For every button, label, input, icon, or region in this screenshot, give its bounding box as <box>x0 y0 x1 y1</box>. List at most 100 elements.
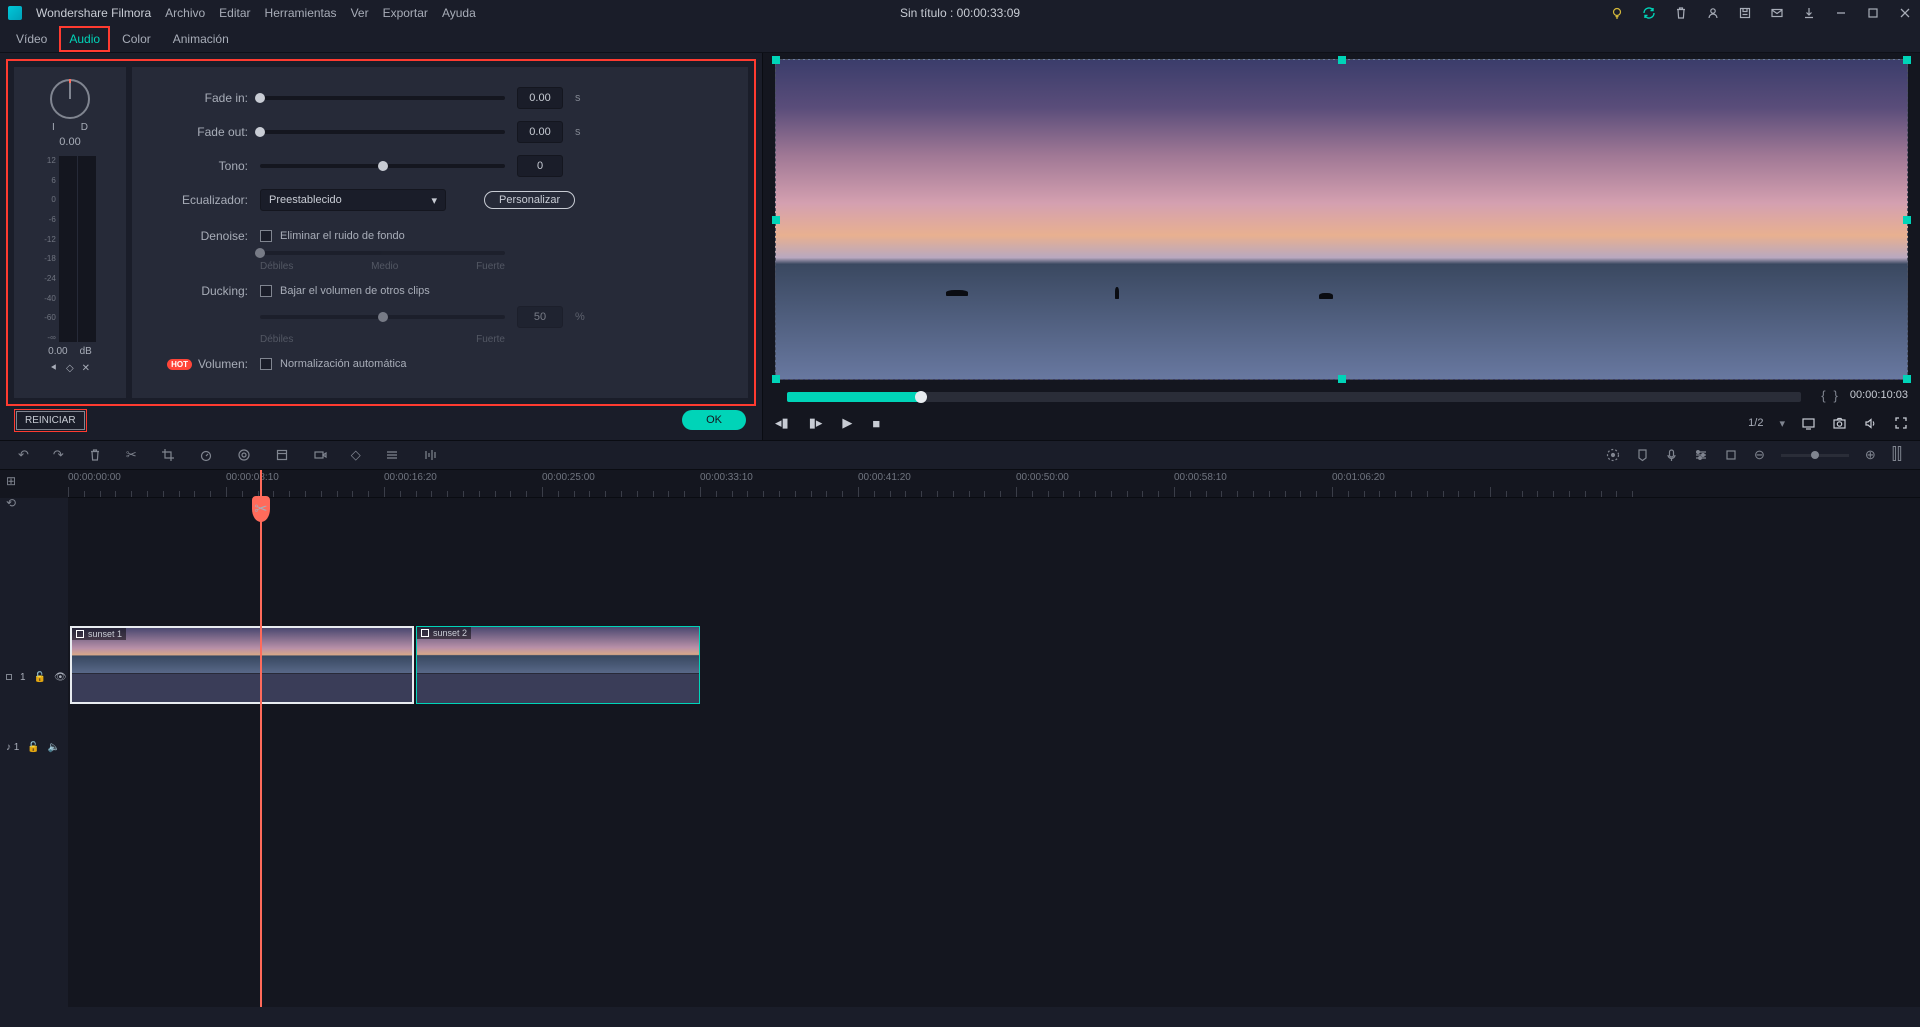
playhead[interactable]: ✂ <box>260 470 262 1007</box>
ruler-timestamp: 00:00:41:20 <box>858 472 911 483</box>
ruler-timestamp: 00:00:33:10 <box>700 472 753 483</box>
mark-out-icon[interactable]: } <box>1834 388 1838 403</box>
timeline-clip[interactable]: sunset 1 <box>70 626 414 704</box>
prev-frame-icon[interactable]: ◂▮ <box>775 415 789 431</box>
zoom-out-icon[interactable]: ⊖ <box>1754 447 1765 463</box>
tono-value[interactable]: 0 <box>517 155 563 177</box>
tono-slider[interactable] <box>260 164 505 168</box>
clip-title: sunset 2 <box>417 627 471 639</box>
tab-audio[interactable]: Audio <box>61 28 108 50</box>
menu-ver[interactable]: Ver <box>351 6 369 20</box>
ducking-label: Ducking: <box>162 284 248 298</box>
keyframe-next-icon[interactable]: ✕ <box>82 363 90 374</box>
meter-bar-right[interactable] <box>78 156 96 342</box>
marker-shield-icon[interactable] <box>1636 448 1649 462</box>
meter-bar-left[interactable] <box>59 156 77 342</box>
tab-color[interactable]: Color <box>120 30 153 48</box>
menu-editar[interactable]: Editar <box>219 6 250 20</box>
ok-button[interactable]: OK <box>682 410 746 430</box>
next-frame-icon[interactable]: ▮▸ <box>809 415 823 431</box>
redo-icon[interactable]: ↷ <box>53 447 64 463</box>
reset-button[interactable]: REINICIAR <box>16 411 85 430</box>
fade-out-value[interactable]: 0.00 <box>517 121 563 143</box>
pan-dial[interactable] <box>50 79 90 119</box>
mail-icon[interactable] <box>1770 6 1784 20</box>
ducking-slider[interactable] <box>260 315 505 319</box>
menu-ayuda[interactable]: Ayuda <box>442 6 476 20</box>
timeline-clip[interactable]: sunset 2 <box>416 626 700 704</box>
audio-mix-icon[interactable] <box>423 448 437 462</box>
timeline: 00:00:00:0000:00:08:1000:00:16:2000:00:2… <box>0 470 1920 1007</box>
display-icon[interactable] <box>1801 416 1816 431</box>
split-icon[interactable]: ✂ <box>126 447 137 463</box>
mute-icon[interactable]: 🔈 <box>48 742 60 753</box>
maximize-icon[interactable] <box>1866 6 1880 20</box>
marker-add-icon[interactable] <box>1724 448 1738 462</box>
motion-icon[interactable] <box>313 448 327 462</box>
minimize-icon[interactable] <box>1834 6 1848 20</box>
color-icon[interactable] <box>237 448 251 462</box>
ducking-value[interactable]: 50 <box>517 306 563 328</box>
speed-icon[interactable] <box>199 448 213 462</box>
menu-archivo[interactable]: Archivo <box>165 6 205 20</box>
adjust-icon[interactable] <box>385 448 399 462</box>
keyframe-add-icon[interactable]: ◇ <box>66 363 74 374</box>
project-title: Sin título : 00:00:33:09 <box>900 6 1020 20</box>
fade-out-label: Fade out: <box>162 125 248 139</box>
keyframe-icon[interactable]: ◇ <box>351 447 361 463</box>
mark-in-icon[interactable]: { <box>1821 388 1825 403</box>
zoom-fit-icon[interactable]: ⫿⫿ <box>1892 446 1902 464</box>
tab-video[interactable]: Vídeo <box>14 30 49 48</box>
menu-herramientas[interactable]: Herramientas <box>265 6 337 20</box>
fade-out-slider[interactable] <box>260 130 505 134</box>
chevron-down-icon[interactable]: ▾ <box>1779 417 1785 430</box>
delete-icon[interactable] <box>88 448 102 462</box>
preview-viewport[interactable] <box>775 59 1908 380</box>
sync-icon[interactable] <box>1642 6 1656 20</box>
tab-animacion[interactable]: Animación <box>171 30 231 48</box>
volumen-checkbox[interactable] <box>260 358 272 370</box>
zoom-slider[interactable] <box>1781 454 1849 457</box>
tips-icon[interactable] <box>1610 6 1624 20</box>
crop-icon[interactable] <box>161 448 175 462</box>
audio-track-label[interactable]: ♪ 1 🔓 🔈 <box>0 732 68 762</box>
playhead-grip-icon[interactable]: ✂ <box>252 496 270 522</box>
preview-scrubber[interactable] <box>787 392 1801 402</box>
stop-icon[interactable]: ■ <box>872 416 880 431</box>
denoise-slider[interactable] <box>260 251 505 255</box>
menu-exportar[interactable]: Exportar <box>383 6 428 20</box>
denoise-checkbox[interactable] <box>260 230 272 242</box>
mixer-icon[interactable] <box>1694 448 1708 462</box>
close-icon[interactable] <box>1898 6 1912 20</box>
trash-icon[interactable] <box>1674 6 1688 20</box>
preview-time: 00:00:10:03 <box>1850 389 1908 401</box>
greenscreen-icon[interactable] <box>275 448 289 462</box>
video-track-label[interactable]: 1 🔓 👁 <box>0 662 68 692</box>
render-icon[interactable] <box>1606 448 1620 462</box>
fade-in-value[interactable]: 0.00 <box>517 87 563 109</box>
fade-in-slider[interactable] <box>260 96 505 100</box>
track-link-icon[interactable]: ⟲ <box>6 496 16 510</box>
download-icon[interactable] <box>1802 6 1816 20</box>
snapshot-icon[interactable] <box>1832 416 1847 431</box>
track-add-icon[interactable]: ⊞ <box>6 474 16 488</box>
track-area[interactable]: 1 🔓 👁 ♪ 1 🔓 🔈 sunset 1sunset 2 <box>68 498 1920 1007</box>
lock-icon[interactable]: 🔓 <box>27 742 39 753</box>
keyframe-prev-icon[interactable]: ⯇ <box>50 363 58 374</box>
db-unit: dB <box>80 346 92 357</box>
lock-icon[interactable]: 🔓 <box>34 672 46 683</box>
undo-icon[interactable]: ↶ <box>18 447 29 463</box>
timeline-ruler[interactable]: 00:00:00:0000:00:08:1000:00:16:2000:00:2… <box>68 470 1920 498</box>
fullscreen-icon[interactable] <box>1894 416 1908 430</box>
ducking-checkbox[interactable] <box>260 285 272 297</box>
user-icon[interactable] <box>1706 6 1720 20</box>
eq-personalize-button[interactable]: Personalizar <box>484 191 575 209</box>
eye-icon[interactable]: 👁 <box>54 672 67 683</box>
eq-select[interactable]: Preestablecido▾ <box>260 189 446 211</box>
voiceover-icon[interactable] <box>1665 448 1678 462</box>
save-icon[interactable] <box>1738 6 1752 20</box>
volume-icon[interactable] <box>1863 416 1878 431</box>
play-icon[interactable]: ▶ <box>842 415 852 431</box>
timeline-toolbar: ↶ ↷ ✂ ◇ ⊖ ⊕ ⫿⫿ <box>0 440 1920 470</box>
zoom-in-icon[interactable]: ⊕ <box>1865 447 1876 463</box>
